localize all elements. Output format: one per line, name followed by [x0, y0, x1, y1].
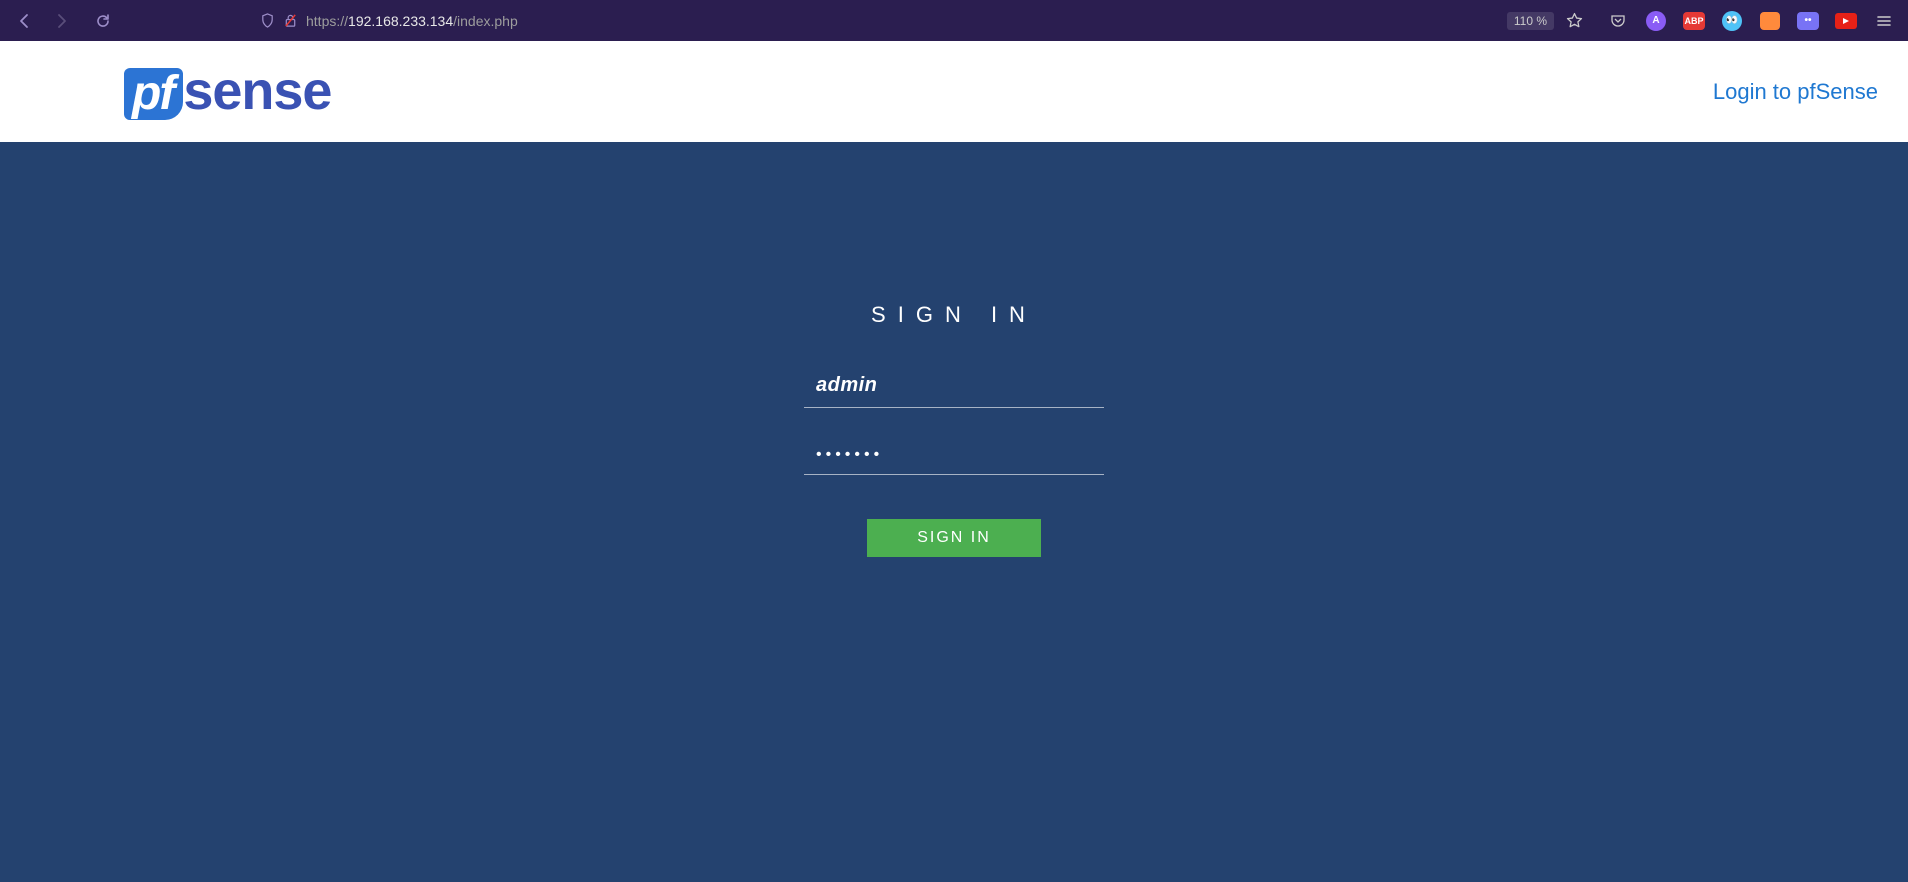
bookmark-star-icon[interactable]	[1560, 7, 1588, 35]
pocket-icon[interactable]	[1604, 7, 1632, 35]
lock-warning-icon[interactable]	[283, 13, 298, 28]
page-header: pfsense Login to pfSense	[0, 41, 1908, 142]
extension-owl-icon[interactable]: 👀	[1718, 7, 1746, 35]
forward-button[interactable]	[46, 6, 76, 36]
extension-youtube-icon[interactable]	[1832, 7, 1860, 35]
extension-abp-icon[interactable]: ABP	[1680, 7, 1708, 35]
pfsense-logo: pfsense	[124, 64, 331, 120]
username-input[interactable]	[804, 366, 1104, 408]
extension-fox-icon[interactable]	[1756, 7, 1784, 35]
signin-button[interactable]: SIGN IN	[867, 519, 1041, 557]
signin-heading: SIGN IN	[871, 302, 1037, 328]
zoom-badge[interactable]: 110 %	[1507, 12, 1554, 30]
logo-pf: pf	[124, 68, 183, 120]
shield-icon[interactable]	[260, 13, 275, 28]
password-input[interactable]	[804, 438, 1104, 475]
extension-cat-icon[interactable]: ••	[1794, 7, 1822, 35]
logo-sense: sense	[183, 64, 331, 118]
reload-button[interactable]	[88, 6, 118, 36]
back-button[interactable]	[10, 6, 40, 36]
url-bar[interactable]: https://192.168.233.134/index.php	[260, 13, 518, 29]
extension-a-icon[interactable]: A	[1642, 7, 1670, 35]
page-title: Login to pfSense	[1713, 79, 1878, 105]
url-text: https://192.168.233.134/index.php	[306, 13, 518, 29]
app-menu-icon[interactable]	[1870, 7, 1898, 35]
login-form: SIGN IN SIGN IN	[0, 142, 1908, 557]
browser-toolbar: https://192.168.233.134/index.php 110 % …	[0, 0, 1908, 41]
